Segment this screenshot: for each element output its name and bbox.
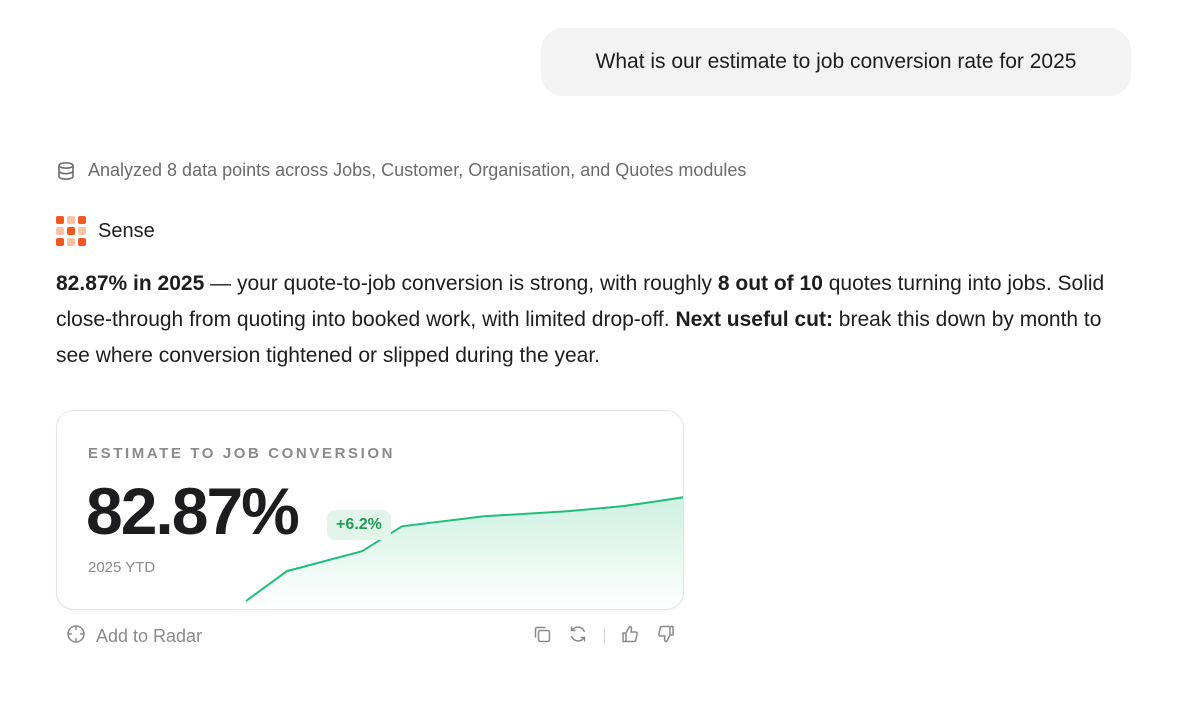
refresh-icon[interactable]: [568, 624, 588, 649]
add-to-radar-label: Add to Radar: [96, 626, 203, 646]
analysis-summary: Analyzed 8 data points across Jobs, Cust…: [56, 160, 746, 181]
thumbs-up-icon[interactable]: [620, 624, 640, 649]
change-badge: +6.2%: [327, 510, 391, 540]
metric-period: 2025 YTD: [88, 559, 156, 576]
actions-divider: [604, 628, 605, 644]
crosshair-icon: [66, 624, 86, 649]
user-message-bubble: What is our estimate to job conversion r…: [541, 28, 1131, 96]
assistant-name: Sense: [98, 219, 155, 242]
copy-icon[interactable]: [532, 624, 552, 649]
assistant-header: Sense: [56, 216, 155, 246]
answer-highlight: 8 out of 10: [717, 272, 823, 295]
answer-next-label: Next useful cut:: [675, 308, 833, 331]
assistant-answer: 82.87% in 2025 — your quote-to-job conve…: [56, 266, 1136, 374]
thumbs-down-icon[interactable]: [656, 624, 676, 649]
metric-value: 82.87%: [86, 474, 300, 548]
metric-card: ESTIMATE TO JOB CONVERSION 82.87% +6.2% …: [56, 410, 684, 610]
message-actions: Add to Radar: [66, 622, 680, 650]
add-to-radar-button[interactable]: Add to Radar: [66, 624, 202, 649]
answer-part-1: — your quote-to-job conversion is strong…: [204, 272, 718, 295]
user-message-text: What is our estimate to job conversion r…: [595, 50, 1077, 73]
database-icon: [56, 161, 76, 181]
answer-headline: 82.87% in 2025: [56, 272, 205, 295]
metric-label: ESTIMATE TO JOB CONVERSION: [88, 445, 396, 462]
sense-logo: [56, 216, 86, 246]
analysis-text: Analyzed 8 data points across Jobs, Cust…: [88, 160, 747, 180]
sparkline-area: [246, 497, 683, 609]
